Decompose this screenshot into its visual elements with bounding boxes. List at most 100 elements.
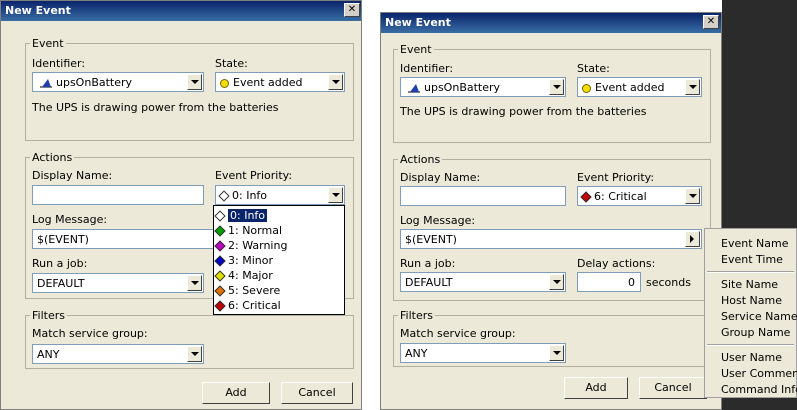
menu-item-site-name[interactable]: Site Name (721, 278, 778, 291)
priority-info-icon (218, 190, 230, 202)
chevron-down-icon[interactable] (187, 74, 202, 90)
priority-critical-icon (580, 191, 592, 203)
chevron-down-icon[interactable] (549, 79, 564, 95)
menu-item-user-comment[interactable]: User Comment (721, 367, 797, 380)
right-close-button[interactable]: ✕ (703, 15, 719, 29)
priority-minor-icon (214, 255, 226, 267)
ups-icon (408, 84, 420, 93)
right-log-message-field[interactable]: $(EVENT) (400, 229, 702, 249)
left-identifier-label: Identifier: (32, 57, 86, 70)
priority-critical-icon (214, 300, 226, 312)
left-add-button[interactable]: Add (202, 382, 270, 404)
left-run-job-value: DEFAULT (37, 277, 85, 290)
chevron-right-icon[interactable] (685, 231, 700, 247)
left-dialog-title: New Event (5, 4, 71, 17)
left-priority-combo[interactable]: 0: Info (215, 185, 345, 205)
menu-item-user-name[interactable]: User Name (721, 351, 782, 364)
right-run-job-label: Run a job: (400, 257, 456, 270)
right-delay-field[interactable]: 0 (577, 272, 641, 292)
menu-item-command-info[interactable]: Command Info (721, 383, 797, 396)
right-add-button[interactable]: Add (564, 377, 628, 399)
left-run-job-combo[interactable]: DEFAULT (32, 273, 204, 293)
left-identifier-value: upsOnBattery (56, 76, 133, 89)
insert-macro-button[interactable] (685, 231, 700, 247)
right-display-name-field[interactable] (400, 186, 566, 206)
chevron-down-icon[interactable] (685, 188, 700, 204)
menu-separator (707, 271, 794, 273)
priority-option-label: 6: Critical (228, 299, 281, 312)
right-identifier-combo[interactable]: upsOnBattery (400, 77, 566, 97)
chevron-down-icon[interactable] (549, 274, 564, 290)
priority-option[interactable]: 5: Severe (214, 283, 342, 298)
left-cancel-button[interactable]: Cancel (281, 382, 353, 404)
priority-option-label: 5: Severe (228, 284, 281, 297)
left-display-name-field[interactable] (32, 185, 204, 205)
right-run-job-value: DEFAULT (405, 276, 453, 289)
priority-option[interactable]: 4: Major (214, 268, 342, 283)
left-close-button[interactable]: ✕ (344, 3, 360, 17)
priority-option[interactable]: 3: Minor (214, 253, 342, 268)
chevron-down-icon[interactable] (328, 74, 343, 90)
menu-item-event-time[interactable]: Event Time (721, 253, 783, 266)
left-actions-legend: Actions (32, 151, 73, 164)
priority-major-icon (214, 270, 226, 282)
right-match-value: ANY (405, 347, 428, 360)
right-event-description: The UPS is drawing power from the batter… (400, 105, 647, 118)
ups-icon (40, 79, 52, 88)
left-event-description: The UPS is drawing power from the batter… (32, 101, 279, 114)
menu-item-service-name[interactable]: Service Name (721, 310, 797, 323)
close-icon: ✕ (706, 16, 716, 27)
priority-option[interactable]: 6: Critical (214, 298, 342, 313)
left-dialog: New Event ✕ Event Identifier: upsOnBatte… (0, 0, 362, 410)
right-state-label: State: (577, 62, 610, 75)
left-priority-value: 0: Info (232, 189, 268, 202)
priority-severe-icon (214, 285, 226, 297)
priority-dropdown-list: 0: Info 1: Normal 2: Warning 3: Minor 4:… (213, 205, 345, 315)
left-match-value: ANY (37, 348, 60, 361)
priority-option[interactable]: 1: Normal (214, 223, 342, 238)
right-identifier-value: upsOnBattery (424, 81, 501, 94)
right-state-combo[interactable]: Event added (577, 77, 702, 97)
chevron-down-icon[interactable] (187, 275, 202, 291)
priority-option[interactable]: 2: Warning (214, 238, 342, 253)
right-priority-label: Event Priority: (577, 171, 655, 184)
left-display-name-label: Display Name: (32, 169, 113, 182)
menu-item-event-name[interactable]: Event Name (721, 237, 788, 250)
priority-normal-icon (214, 225, 226, 237)
right-display-name-label: Display Name: (400, 171, 481, 184)
left-title-bar: New Event (1, 1, 361, 21)
left-state-combo[interactable]: Event added (215, 72, 345, 92)
chevron-down-icon[interactable] (549, 345, 564, 361)
right-priority-value: 6: Critical (594, 190, 647, 203)
right-delay-unit: seconds (646, 276, 691, 289)
right-state-value: Event added (595, 81, 665, 94)
left-match-label: Match service group: (32, 327, 148, 340)
right-run-job-combo[interactable]: DEFAULT (400, 272, 566, 292)
left-identifier-combo[interactable]: upsOnBattery (32, 72, 204, 92)
macro-context-menu: Event Name Event Time Site Name Host Nam… (704, 228, 797, 398)
menu-item-group-name[interactable]: Group Name (721, 326, 790, 339)
right-actions-legend: Actions (400, 153, 441, 166)
priority-option-label: 3: Minor (228, 254, 273, 267)
menu-separator (707, 344, 794, 346)
right-log-message-value: $(EVENT) (405, 233, 457, 246)
right-match-label: Match service group: (400, 327, 516, 340)
priority-option[interactable]: 0: Info (214, 208, 342, 223)
left-run-job-label: Run a job: (32, 257, 88, 270)
right-identifier-label: Identifier: (400, 62, 454, 75)
right-priority-combo[interactable]: 6: Critical (577, 186, 702, 206)
chevron-down-icon[interactable] (685, 79, 700, 95)
right-delay-value: 0 (628, 276, 635, 289)
right-filters-legend: Filters (400, 309, 433, 322)
right-event-legend: Event (400, 43, 432, 56)
state-added-icon (582, 83, 591, 93)
chevron-down-icon[interactable] (328, 187, 343, 203)
left-state-label: State: (215, 57, 248, 70)
right-cancel-button[interactable]: Cancel (639, 377, 707, 399)
left-event-legend: Event (32, 37, 64, 50)
chevron-down-icon[interactable] (187, 346, 202, 362)
left-match-combo[interactable]: ANY (32, 344, 204, 364)
menu-item-host-name[interactable]: Host Name (721, 294, 782, 307)
right-match-combo[interactable]: ANY (400, 343, 566, 363)
left-priority-label: Event Priority: (215, 169, 293, 182)
